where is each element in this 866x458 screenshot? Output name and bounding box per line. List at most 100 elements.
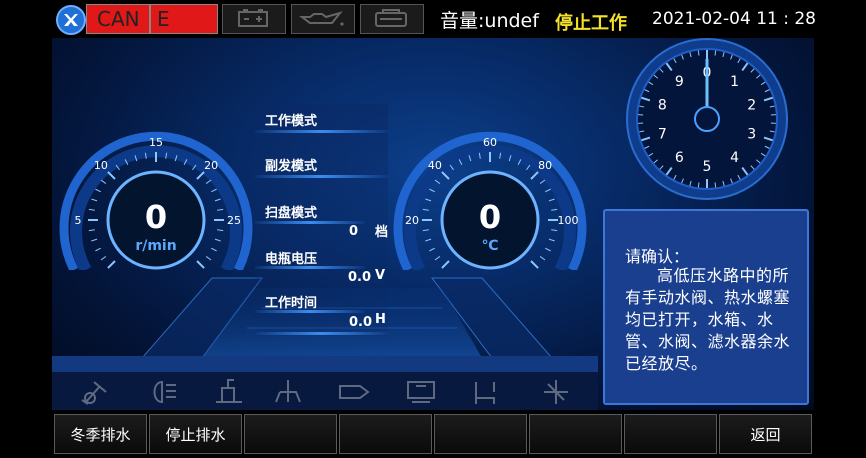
function-button-4[interactable] [339,414,432,454]
function-button-5[interactable] [434,414,527,454]
function-button-6[interactable] [529,414,622,454]
temp-tick [548,238,555,242]
speed-tick-label: 20 [204,159,218,172]
temperature-value: 0 [478,198,502,236]
temp-tick-label: 20 [405,214,419,227]
work-status-text: 停止工作 [555,13,627,34]
volume-value: undef [484,10,539,32]
error-indicator: E [150,4,218,34]
volume-display: 音量:undef [440,6,539,33]
panel-divider [255,310,365,313]
temp-tick [425,238,432,242]
work-mode-label: 工作模式 [265,114,318,129]
speed-tick [205,179,212,184]
function-button-3[interactable] [244,414,337,454]
panel-divider [255,266,365,269]
battery-voltage-value: 0.0 [348,270,372,285]
speed-tick [196,171,205,180]
function-button-7[interactable] [624,414,717,454]
temp-tick [441,171,450,180]
temperature-unit: ℃ [481,238,499,254]
speed-tick [107,260,116,269]
clock-tick-label: 5 [703,159,712,175]
temp-tick [422,229,429,232]
back-button[interactable]: 返回 [719,414,812,454]
work-time-unit: H [375,312,386,327]
water-pump-icon [216,379,242,403]
clock-tick [714,182,717,188]
top-status-bar: CAN E 音量:undef 停止工作 2021-02-04 11 : 28 [0,0,866,38]
work-time-label: 工作时间 [265,296,318,311]
speed-tick-label: 30 [204,269,218,270]
clock-tick-label: 7 [658,127,667,143]
temp-tick [548,198,555,202]
tank-icon [407,381,435,403]
clock-tick-label: 4 [730,150,739,166]
panel-divider [255,175,388,178]
confirm-dialog-message: 高低压水路中的所有手动水阀、热水螺塞均已打开，水箱、水管、水阀、滤水器余水已经放… [625,266,791,373]
temp-tick [429,188,435,193]
temp-tick [429,247,435,252]
volume-label: 音量: [440,10,485,32]
confirm-dialog-title: 请确认： [625,247,690,266]
clock-tick [697,50,700,56]
speed-tick [214,238,221,242]
arrow-right-icon [339,385,370,399]
clock-gauge: 0123456789 [626,38,788,200]
speed-tick [100,256,107,261]
speed-tick [88,229,95,232]
clock-tick-label: 9 [675,74,684,90]
speed-tick [211,188,217,193]
work-time-value: 0.0 [349,315,373,330]
temp-tick [425,198,432,202]
speed-tick [217,229,224,232]
temp-tick [441,260,450,269]
headlight-icon [153,380,176,404]
indicator-icon-row [52,374,598,408]
speed-tick-label: 0 [97,269,104,270]
temp-tick [434,179,441,184]
clock-tick [697,182,700,188]
winter-drain-button[interactable]: 冬季排水 [54,414,147,454]
speed-tick [205,256,212,261]
temp-tick-label: 60 [483,136,497,149]
temp-tick-label: 0 [431,269,438,270]
sweep-mode-value: 0 [349,224,359,239]
temp-tick [539,256,546,261]
sweep-mode-label: 扫盘模式 [265,206,318,221]
clock-tick-label: 8 [658,97,667,113]
engine-icon [360,4,424,34]
panel-divider [255,332,388,335]
stop-drain-button[interactable]: 停止排水 [149,414,242,454]
temp-tick [434,256,441,261]
fan-icon [544,380,568,404]
temp-tick [545,247,551,252]
speed-value: 0 [144,198,168,236]
speed-tick [91,198,98,202]
speed-tick-label: 10 [94,159,108,172]
speed-tick-label: 25 [227,214,241,227]
battery-voltage-label: 电瓶电压 [265,252,318,267]
speed-tick [107,171,116,180]
temp-tick [551,208,558,211]
speed-tick [196,260,205,269]
battery-icon [222,4,286,34]
speed-tick-label: 5 [75,214,82,227]
temp-tick [539,179,546,184]
chair-icon [475,382,495,404]
oil-can-icon [291,4,355,34]
speed-tick [214,198,221,202]
temp-tick-label: 120 [535,269,556,270]
speed-tick [91,238,98,242]
speed-tick [88,208,95,211]
battery-voltage-unit: V [375,268,386,283]
error-label: E [157,7,170,31]
temp-tick [545,188,551,193]
clock-tick-label: 1 [730,74,739,90]
temp-tick [530,260,539,269]
temp-tick [530,171,539,180]
speed-tick [211,247,217,252]
sweeper-icon [275,380,301,403]
clock-tick-label: 3 [747,127,756,143]
speed-tick [217,208,224,211]
